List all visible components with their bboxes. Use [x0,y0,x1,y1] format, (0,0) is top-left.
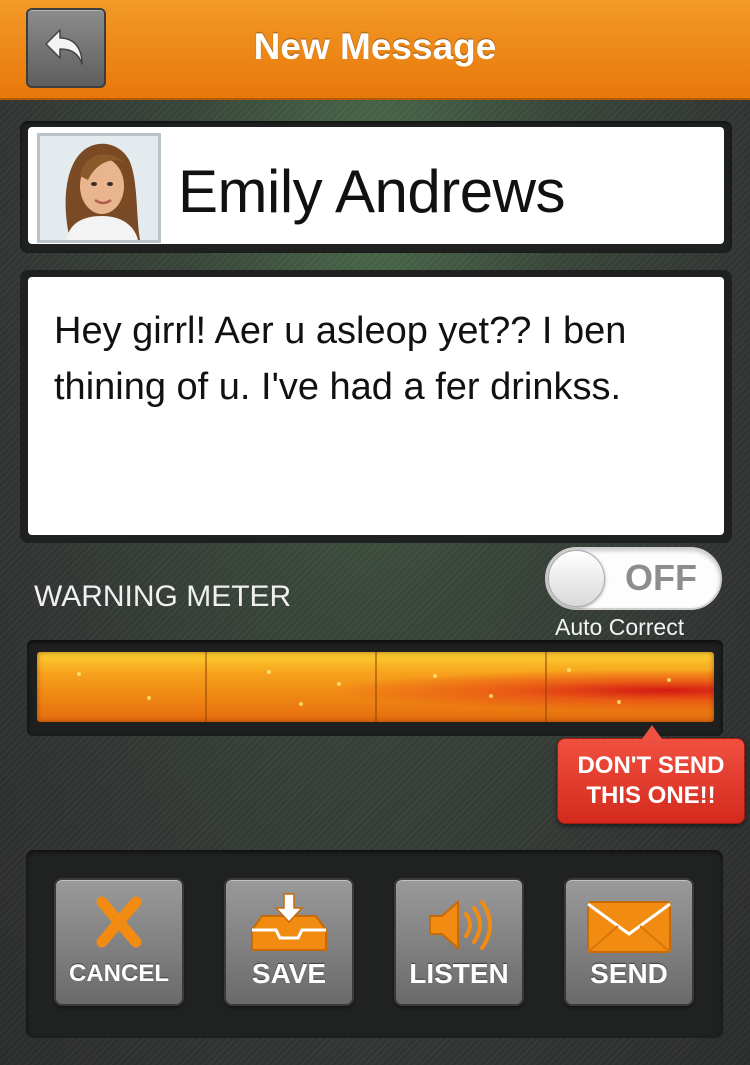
warning-text-line1: DON'T SEND [577,752,725,779]
message-field[interactable]: Hey girrl! Aer u asleop yet?? I ben thin… [28,277,724,535]
meter-divider [375,652,377,722]
warning-callout: DON'T SEND THIS ONE!! [557,725,745,824]
speaker-icon [429,899,492,951]
meter-sparkle [147,696,151,700]
back-button[interactable] [26,8,106,88]
meter-divider [545,652,547,722]
meter-sparkle [299,702,303,706]
message-text: Hey girrl! Aer u asleop yet?? I ben thin… [54,310,627,408]
x-icon [96,896,142,948]
toggle-state: OFF [625,557,697,598]
warning-text-line2: THIS ONE!! [586,782,716,809]
meter-sparkle [77,672,81,676]
recipient-panel: Emily Andrews [20,121,732,253]
avatar[interactable] [37,133,161,243]
message-panel: Hey girrl! Aer u asleop yet?? I ben thin… [20,270,732,543]
save-button[interactable]: SAVE [224,878,354,1006]
meter-sparkle [667,678,671,682]
action-bar: CANCEL SAVE LISTEN SEND [26,850,723,1038]
meter-sparkle [567,668,571,672]
meter-sparkle [433,674,437,678]
meter-sparkle [337,682,341,686]
listen-button[interactable]: LISTEN [394,878,524,1006]
cancel-button[interactable]: CANCEL [54,878,184,1006]
warning-meter-fill [37,652,714,722]
warning-meter-label: WARNING METER [34,580,292,613]
back-arrow-icon [45,29,83,65]
auto-correct-toggle[interactable]: OFF [545,547,722,610]
contact-photo [40,136,158,240]
meter-sparkle [489,694,493,698]
recipient-name: Emily Andrews [178,158,565,225]
recipient-field[interactable]: Emily Andrews [28,127,724,244]
meter-divider [205,652,207,722]
header-bar: New Message [0,0,750,100]
send-button[interactable]: SEND [564,878,694,1006]
send-label: SEND [590,958,668,989]
envelope-icon [587,901,671,953]
listen-label: LISTEN [409,958,509,989]
toggle-knob [548,550,605,607]
cancel-label: CANCEL [69,960,169,987]
meter-sparkle [617,700,621,704]
meter-sparkle [267,670,271,674]
inbox-download-icon [251,893,327,951]
auto-correct-caption: Auto Correct [555,614,685,640]
save-label: SAVE [251,958,327,989]
warning-meter [27,640,723,736]
page-title: New Message [253,26,497,67]
